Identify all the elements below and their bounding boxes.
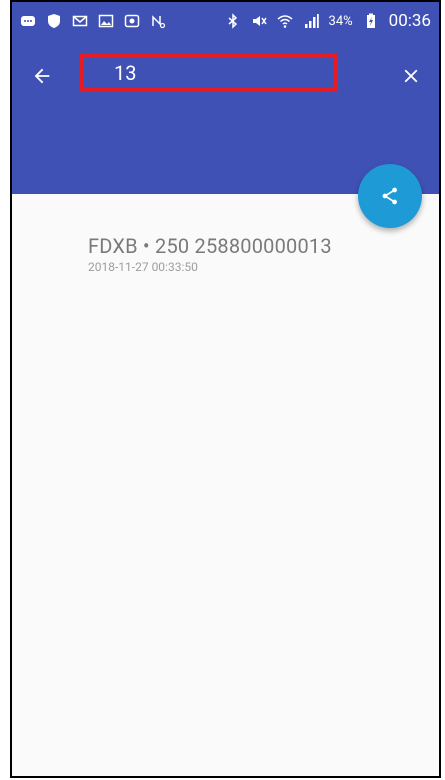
- share-button[interactable]: [358, 164, 422, 228]
- bluetooth-icon: [225, 13, 241, 29]
- app-frame: 34% 00:36 FDXB • 250 258800000013 2018-1…: [10, 0, 441, 778]
- signal-icon: [303, 13, 319, 29]
- arrow-left-icon: [34, 68, 50, 84]
- image-icon: [98, 13, 114, 29]
- battery-charging-icon: [363, 13, 379, 29]
- clear-search-button[interactable]: [393, 58, 429, 94]
- app-notification-icon: [124, 13, 140, 29]
- mute-icon: [251, 13, 267, 29]
- share-icon: [382, 187, 397, 205]
- nfc-icon: [150, 13, 166, 29]
- system-icons: 34% 00:36: [225, 11, 431, 31]
- notification-icons: [20, 13, 166, 29]
- chat-icon: [20, 13, 36, 29]
- results-list: FDXB • 250 258800000013 2018-11-27 00:33…: [12, 194, 439, 776]
- battery-percentage: 34%: [328, 13, 353, 29]
- result-title: FDXB • 250 258800000013: [88, 234, 332, 258]
- list-item[interactable]: FDXB • 250 258800000013 2018-11-27 00:33…: [88, 234, 332, 274]
- back-button[interactable]: [24, 58, 60, 94]
- status-bar: 34% 00:36: [12, 2, 439, 40]
- close-icon: [404, 69, 418, 83]
- result-timestamp: 2018-11-27 00:33:50: [88, 260, 198, 274]
- search-input[interactable]: [84, 60, 334, 86]
- mail-icon: [72, 13, 88, 29]
- wifi-icon: [277, 13, 293, 29]
- search-box[interactable]: [80, 54, 338, 92]
- clock: 00:36: [388, 11, 431, 31]
- shield-icon: [46, 13, 62, 29]
